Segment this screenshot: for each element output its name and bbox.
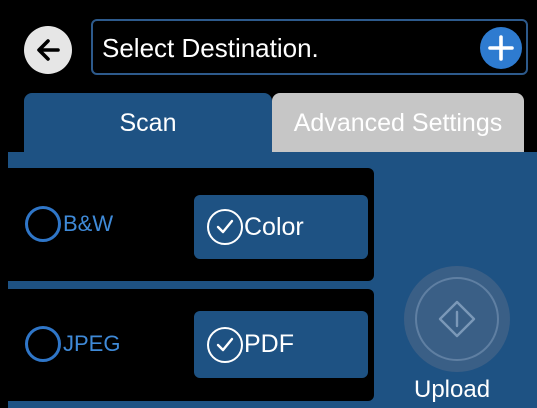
jpeg-option[interactable]: JPEG: [25, 326, 120, 362]
checkmark-icon: [207, 209, 243, 245]
add-destination-button[interactable]: [480, 27, 522, 69]
plus-icon: [488, 35, 514, 61]
radio-unselected-icon: [25, 206, 61, 242]
bw-option[interactable]: B&W: [25, 206, 113, 242]
jpeg-label: JPEG: [63, 331, 121, 356]
tab-scan[interactable]: Scan: [24, 93, 272, 153]
bw-label: B&W: [63, 211, 114, 236]
file-format-group: JPEG PDF: [8, 289, 374, 401]
back-button[interactable]: [24, 26, 72, 74]
color-mode-group: B&W Color: [8, 168, 374, 281]
scan-to-cloud-screen: Select Destination. Scan Advanced Settin…: [0, 0, 537, 408]
upload-label: Upload: [414, 376, 491, 403]
destination-field[interactable]: Select Destination.: [91, 19, 528, 75]
tab-advanced-settings[interactable]: Advanced Settings: [272, 93, 524, 153]
destination-text: Select Destination.: [102, 33, 319, 63]
pdf-label: PDF: [244, 330, 294, 358]
color-option[interactable]: Color: [194, 195, 368, 259]
checkmark-icon: [207, 326, 243, 363]
arrow-left-icon: [37, 39, 60, 61]
radio-unselected-icon: [25, 326, 61, 362]
upload-button-ring: [415, 277, 499, 361]
upload-button[interactable]: [404, 266, 510, 372]
pdf-option[interactable]: PDF: [194, 311, 368, 378]
color-label: Color: [244, 212, 304, 241]
diamond-start-icon: [438, 300, 476, 338]
